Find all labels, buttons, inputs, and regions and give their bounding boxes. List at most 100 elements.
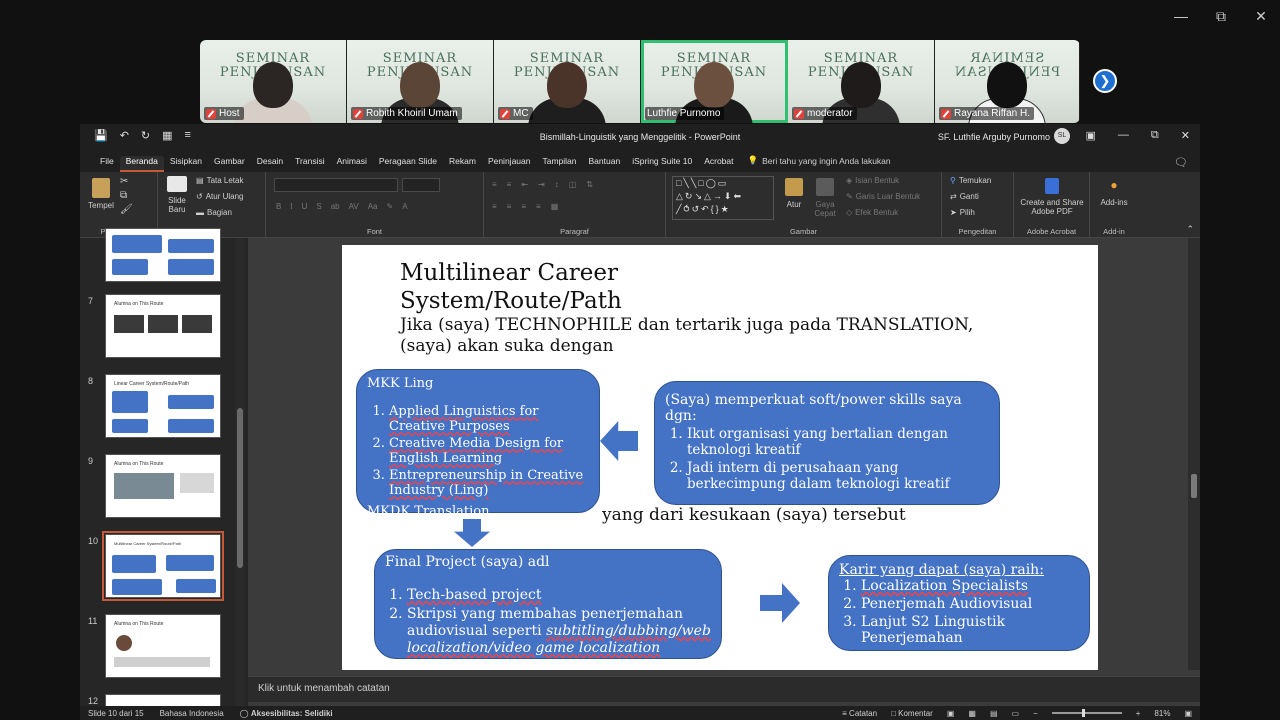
slide-thumbnail[interactable]: 11 Alumna on This Route [80, 614, 240, 680]
down-arrow-shape[interactable] [454, 519, 490, 547]
final-project-box[interactable]: Final Project (saya) adl Tech-based proj… [374, 549, 722, 659]
create-pdf-button[interactable]: Create and Share Adobe PDF [1016, 178, 1088, 216]
text-direction-icon[interactable]: ⇅ [586, 180, 593, 189]
layout-button[interactable]: ▤ Tata Letak [196, 176, 243, 185]
reading-view-icon[interactable]: ▤ [990, 709, 998, 718]
highlight-icon[interactable]: ✎ [386, 202, 393, 211]
tab-insert[interactable]: Sisipkan [164, 156, 208, 172]
scrollbar-handle[interactable] [237, 408, 243, 568]
normal-view-icon[interactable]: ▣ [947, 709, 955, 718]
careers-box[interactable]: Karir yang dapat (saya) raih: Localizati… [828, 555, 1090, 651]
zoom-in-icon[interactable]: + [1136, 709, 1141, 718]
minimize-icon[interactable]: — [1174, 8, 1188, 25]
comments-icon[interactable]: 🗨 [1174, 156, 1188, 169]
slide-sorter-icon[interactable]: ▦ [968, 709, 976, 718]
connector-text[interactable]: yang dari kesukaan (saya) tersebut [602, 505, 906, 525]
zoom-slider[interactable] [1051, 709, 1122, 717]
thumbnails-scrollbar[interactable] [235, 238, 245, 712]
section-button[interactable]: ▬ Bagian [196, 208, 232, 217]
collapse-ribbon-icon[interactable]: ⌃ [1186, 224, 1194, 235]
mkk-box[interactable]: MKK Ling Applied Linguistics for Creativ… [356, 369, 600, 519]
language-indicator[interactable]: Bahasa Indonesia [160, 709, 224, 718]
decrease-indent-icon[interactable]: ⇤ [521, 180, 528, 189]
tab-help[interactable]: Bantuan [583, 156, 627, 172]
tab-view[interactable]: Tampilan [536, 156, 582, 172]
replace-button[interactable]: ⇄ Ganti [950, 192, 979, 201]
bold-icon[interactable]: B [276, 202, 281, 211]
shadow-icon[interactable]: ab [331, 202, 340, 211]
slide-thumbnail[interactable]: 7 Alumna on This Route [80, 294, 240, 360]
participant-tile[interactable]: SEMINAR PENJURUSAN Rayana Riffan H. [935, 40, 1080, 123]
slideshow-icon[interactable]: ▭ [1012, 709, 1020, 718]
tab-animations[interactable]: Animasi [331, 156, 373, 172]
tab-ispring[interactable]: iSpring Suite 10 [626, 156, 698, 172]
slide-thumbnail-selected[interactable]: 10 Multilinear Career System/Route/Path [80, 531, 240, 601]
next-participants-button[interactable]: ❯ [1093, 69, 1117, 93]
format-painter-icon[interactable]: 🖌 [120, 204, 133, 215]
participant-tile[interactable]: SEMINAR PENJURUSAN Robith Khoiril Umam [347, 40, 494, 123]
shapes-gallery[interactable]: □╲╲□◯▭ △↻↘△→⬇⬅ ╱⥀↺↶{}★ [672, 176, 774, 220]
align-left-icon[interactable]: ≡ [492, 202, 497, 211]
slide-canvas[interactable]: Multilinear Career System/Route/Path Jik… [342, 245, 1098, 670]
zoom-level[interactable]: 81% [1154, 709, 1170, 718]
numbering-icon[interactable]: ≡ [507, 180, 512, 189]
fit-slide-icon[interactable]: ▣ [1184, 709, 1192, 718]
font-family-select[interactable] [274, 178, 398, 192]
right-arrow-shape[interactable] [760, 583, 800, 623]
close-icon[interactable]: ✕ [1181, 129, 1190, 142]
participant-tile-active-speaker[interactable]: SEMINAR PENJURUSAN Luthfie Purnomo [641, 40, 788, 123]
tab-slideshow[interactable]: Peragaan Slide [373, 156, 443, 172]
line-spacing-icon[interactable]: ↕ [555, 180, 559, 189]
slide-title[interactable]: Multilinear Career System/Route/Path [400, 259, 622, 315]
comments-button[interactable]: □ Komentar [891, 709, 933, 718]
participant-tile[interactable]: SEMINAR PENJURUSAN MC [494, 40, 641, 123]
find-button[interactable]: ⚲ Temukan [950, 176, 991, 185]
align-center-icon[interactable]: ≡ [507, 202, 512, 211]
accessibility-indicator[interactable]: ◯ Aksesibilitas: Selidiki [240, 709, 333, 718]
slide-thumbnail[interactable]: 8 Linear Career System/Route/Path [80, 374, 240, 440]
increase-indent-icon[interactable]: ⇥ [538, 180, 545, 189]
italic-icon[interactable]: I [290, 202, 292, 211]
font-color-icon[interactable]: A [402, 202, 407, 211]
copy-icon[interactable]: ⧉ [120, 190, 127, 201]
font-size-select[interactable] [402, 178, 440, 192]
bullets-icon[interactable]: ≡ [492, 180, 497, 189]
columns-icon[interactable]: ◫ [569, 180, 577, 189]
paste-button[interactable]: Tempel [88, 178, 114, 210]
reset-button[interactable]: ↺ Atur Ulang [196, 192, 244, 201]
slide-scrollbar[interactable] [1188, 238, 1200, 670]
underline-icon[interactable]: U [302, 202, 308, 211]
shape-effects-button[interactable]: ◇ Efek Bentuk [846, 208, 898, 217]
tab-draw[interactable]: Gambar [208, 156, 251, 172]
tab-record[interactable]: Rekam [443, 156, 482, 172]
left-arrow-shape[interactable] [600, 421, 638, 461]
minimize-icon[interactable]: — [1118, 129, 1129, 142]
zoom-out-icon[interactable]: − [1033, 709, 1038, 718]
new-slide-button[interactable]: Slide Baru [164, 176, 190, 214]
user-avatar[interactable]: SL [1054, 128, 1070, 144]
slide-thumbnail[interactable]: 9 Alumna on This Route [80, 454, 240, 520]
ribbon-display-icon[interactable]: ▣ [1086, 129, 1096, 142]
strikethrough-icon[interactable]: S [316, 202, 321, 211]
maximize-icon[interactable]: ⧉ [1151, 129, 1159, 142]
align-right-icon[interactable]: ≡ [521, 202, 526, 211]
tab-home[interactable]: Beranda [119, 156, 164, 172]
notes-button[interactable]: ≡ Catatan [842, 709, 877, 718]
case-icon[interactable]: Aa [368, 202, 378, 211]
addins-button[interactable]: ● Add-ins [1092, 178, 1136, 207]
tab-file[interactable]: File [94, 156, 120, 172]
spacing-icon[interactable]: AV [349, 202, 359, 211]
justify-icon[interactable]: ≡ [536, 202, 541, 211]
participant-tile[interactable]: SEMINAR PENJURUSAN Host [200, 40, 347, 123]
tab-acrobat[interactable]: Acrobat [698, 156, 739, 172]
tab-design[interactable]: Desain [251, 156, 289, 172]
shape-fill-button[interactable]: ◈ Isian Bentuk [846, 176, 899, 185]
arrange-button[interactable]: Atur [782, 178, 806, 209]
close-icon[interactable]: ✕ [1254, 8, 1268, 25]
participant-tile[interactable]: SEMINAR PENJURUSAN moderator [788, 40, 935, 123]
tab-review[interactable]: Peninjauan [482, 156, 537, 172]
select-button[interactable]: ➤ Pilih [950, 208, 975, 217]
tab-transitions[interactable]: Transisi [289, 156, 330, 172]
restore-icon[interactable]: ⧉ [1214, 8, 1228, 25]
slide-thumbnail[interactable] [80, 228, 240, 294]
